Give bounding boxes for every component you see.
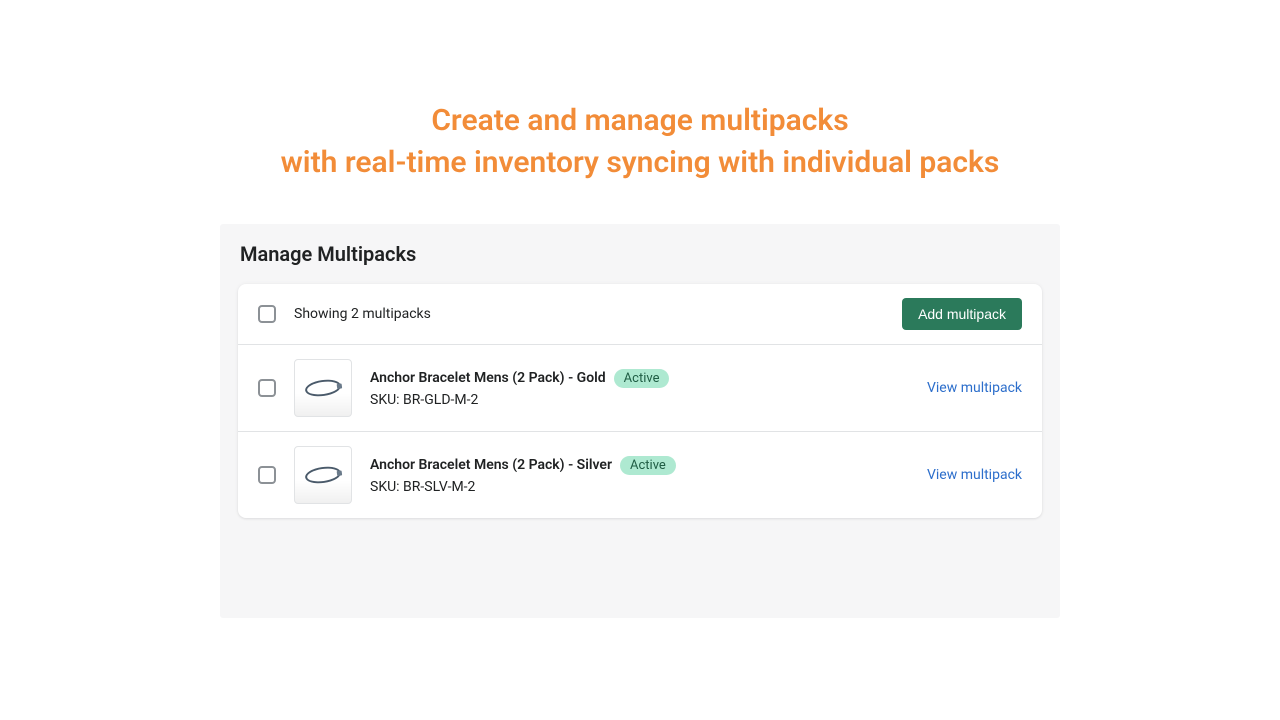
table-row: Anchor Bracelet Mens (2 Pack) - Gold Act… xyxy=(238,345,1042,432)
multipacks-card: Showing 2 multipacks Add multipack Ancho… xyxy=(238,284,1042,518)
product-thumbnail xyxy=(294,359,352,417)
view-multipack-link[interactable]: View multipack xyxy=(927,380,1022,396)
row-content: Anchor Bracelet Mens (2 Pack) - Gold Act… xyxy=(370,369,927,408)
status-badge: Active xyxy=(614,369,670,388)
row-checkbox[interactable] xyxy=(258,379,276,397)
headline-line-1: Create and manage multipacks xyxy=(431,103,848,138)
product-sku: SKU: BR-GLD-M-2 xyxy=(370,392,927,408)
row-title-line: Anchor Bracelet Mens (2 Pack) - Gold Act… xyxy=(370,369,927,388)
headline-line-2: with real-time inventory syncing with in… xyxy=(281,145,1000,180)
row-content: Anchor Bracelet Mens (2 Pack) - Silver A… xyxy=(370,456,927,495)
panel-title: Manage Multipacks xyxy=(238,242,1042,266)
bracelet-icon xyxy=(304,465,342,486)
row-checkbox[interactable] xyxy=(258,466,276,484)
row-title-line: Anchor Bracelet Mens (2 Pack) - Silver A… xyxy=(370,456,927,475)
status-badge: Active xyxy=(620,456,676,475)
showing-count: Showing 2 multipacks xyxy=(294,306,902,322)
manage-multipacks-panel: Manage Multipacks Showing 2 multipacks A… xyxy=(220,224,1060,618)
product-title: Anchor Bracelet Mens (2 Pack) - Silver xyxy=(370,457,612,473)
card-header: Showing 2 multipacks Add multipack xyxy=(238,284,1042,345)
add-multipack-button[interactable]: Add multipack xyxy=(902,298,1022,330)
page-headline: Create and manage multipacks with real-t… xyxy=(0,0,1280,224)
bracelet-icon xyxy=(304,378,342,399)
product-sku: SKU: BR-SLV-M-2 xyxy=(370,479,927,495)
view-multipack-link[interactable]: View multipack xyxy=(927,467,1022,483)
product-title: Anchor Bracelet Mens (2 Pack) - Gold xyxy=(370,370,606,386)
select-all-checkbox[interactable] xyxy=(258,305,276,323)
table-row: Anchor Bracelet Mens (2 Pack) - Silver A… xyxy=(238,432,1042,518)
product-thumbnail xyxy=(294,446,352,504)
